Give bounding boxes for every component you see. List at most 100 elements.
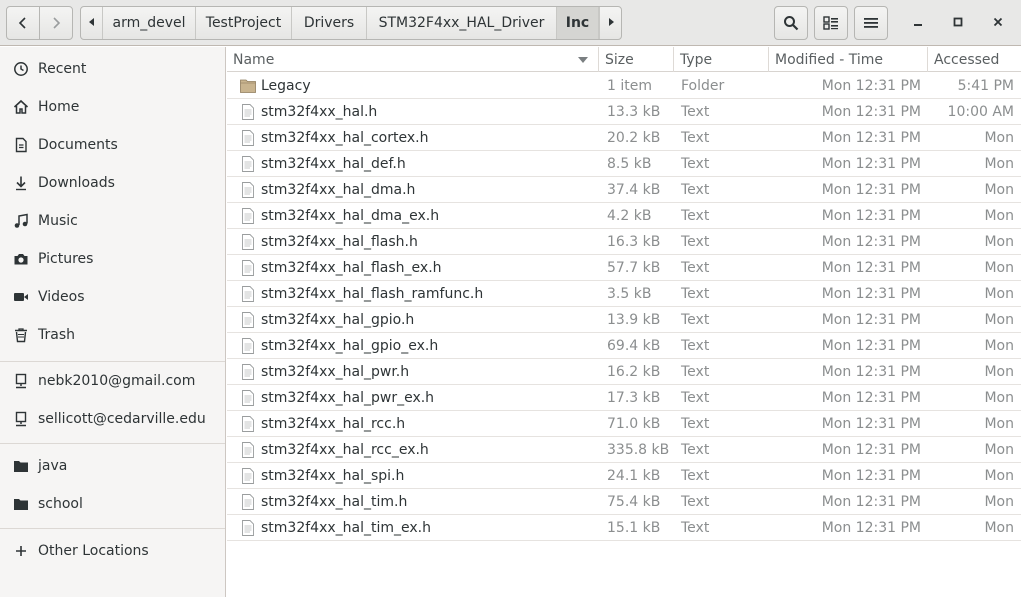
triangle-right-icon <box>607 15 615 31</box>
text-file-icon <box>240 411 256 436</box>
sidebar-item-downloads[interactable]: Downloads <box>0 165 225 201</box>
sidebar-item-pictures[interactable]: Pictures <box>0 241 225 277</box>
table-row[interactable]: stm32f4xx_hal_def.h 8.5 kB Text Mon 12:31 P… <box>227 151 1021 177</box>
search-icon <box>783 15 799 31</box>
sidebar-item-label: Videos <box>38 289 85 305</box>
sidebar-item-school[interactable]: school <box>0 486 225 522</box>
file-name: stm32f4xx_hal_dma.h <box>261 181 416 198</box>
table-row[interactable]: Legacy 1 item Folder Mon 12:31 PM 5:41 PM <box>227 73 1021 99</box>
file-size: 8.5 kB <box>607 155 652 172</box>
minimize-icon <box>913 15 923 31</box>
file-accessed: Mon <box>984 311 1014 328</box>
breadcrumb-item-testproject[interactable]: TestProject <box>196 7 292 39</box>
sidebar-item-account-cedarville[interactable]: sellicott@cedarville.edu <box>0 401 225 437</box>
file-accessed: Mon <box>984 363 1014 380</box>
breadcrumb-item-hal-driver[interactable]: STM32F4xx_HAL_Driver <box>367 7 557 39</box>
sidebar-item-recent[interactable]: Recent <box>0 51 225 87</box>
menu-button[interactable] <box>854 6 888 40</box>
table-row[interactable]: stm32f4xx_hal.h 13.3 kB Text Mon 12:31 PM 10… <box>227 99 1021 125</box>
file-type: Text <box>681 181 710 198</box>
sidebar-item-java[interactable]: java <box>0 448 225 484</box>
column-header-size[interactable]: Size <box>599 47 674 72</box>
file-size: 20.2 kB <box>607 129 661 146</box>
sidebar-item-home[interactable]: Home <box>0 89 225 125</box>
file-type: Text <box>681 103 710 120</box>
file-name: stm32f4xx_hal_cortex.h <box>261 129 429 146</box>
network-account-icon <box>13 411 29 427</box>
table-row[interactable]: stm32f4xx_hal_rcc_ex.h 335.8 kB Text Mon 12… <box>227 437 1021 463</box>
table-row[interactable]: stm32f4xx_hal_cortex.h 20.2 kB Text Mon 12:… <box>227 125 1021 151</box>
sidebar-item-other-locations[interactable]: Other Locations <box>0 533 225 569</box>
column-header-row: Name Size Type Modified - Time Accessed <box>227 47 1021 72</box>
breadcrumb-scroll-left-button[interactable] <box>81 7 103 39</box>
file-size: 24.1 kB <box>607 467 661 484</box>
close-button[interactable] <box>983 8 1013 38</box>
table-row[interactable]: stm32f4xx_hal_rcc.h 71.0 kB Text Mon 12:31 … <box>227 411 1021 437</box>
file-modified: Mon 12:31 PM <box>821 233 921 250</box>
breadcrumb-scroll-right-button[interactable] <box>599 7 621 39</box>
column-header-type[interactable]: Type <box>674 47 769 72</box>
sidebar-item-videos[interactable]: Videos <box>0 279 225 315</box>
table-row[interactable]: stm32f4xx_hal_dma.h 37.4 kB Text Mon 12:31 … <box>227 177 1021 203</box>
file-modified: Mon 12:31 PM <box>821 337 921 354</box>
table-row[interactable]: stm32f4xx_hal_flash_ex.h 57.7 kB Text Mon 1… <box>227 255 1021 281</box>
table-row[interactable]: stm32f4xx_hal_gpio.h 13.9 kB Text Mon 12:31… <box>227 307 1021 333</box>
maximize-button[interactable] <box>943 8 973 38</box>
file-size: 75.4 kB <box>607 493 661 510</box>
file-modified: Mon 12:31 PM <box>821 389 921 406</box>
breadcrumb-item-drivers[interactable]: Drivers <box>292 7 367 39</box>
minimize-button[interactable] <box>903 8 933 38</box>
search-button[interactable] <box>774 6 808 40</box>
file-modified: Mon 12:31 PM <box>821 129 921 146</box>
column-header-label: Modified - Time <box>775 51 883 68</box>
sidebar-item-label: Home <box>38 99 80 115</box>
breadcrumb-item-inc[interactable]: Inc <box>557 7 599 39</box>
file-modified: Mon 12:31 PM <box>821 181 921 198</box>
network-account-icon <box>13 373 29 389</box>
sidebar-item-documents[interactable]: Documents <box>0 127 225 163</box>
table-row[interactable]: stm32f4xx_hal_pwr_ex.h 17.3 kB Text Mon 12:… <box>227 385 1021 411</box>
column-header-modified[interactable]: Modified - Time <box>769 47 928 72</box>
table-row[interactable]: stm32f4xx_hal_flash_ramfunc.h 3.5 kB Text M… <box>227 281 1021 307</box>
file-size: 4.2 kB <box>607 207 652 224</box>
file-accessed: Mon <box>984 155 1014 172</box>
file-name: stm32f4xx_hal_flash_ex.h <box>261 259 442 276</box>
view-toggle-button[interactable] <box>814 6 848 40</box>
file-accessed: Mon <box>984 389 1014 406</box>
sidebar-item-label: Other Locations <box>38 543 149 559</box>
sidebar-item-label: Music <box>38 213 78 229</box>
file-size: 71.0 kB <box>607 415 661 432</box>
camera-icon <box>13 251 29 267</box>
sidebar-item-trash[interactable]: Trash <box>0 317 225 353</box>
plus-icon <box>13 543 29 559</box>
column-header-accessed[interactable]: Accessed <box>928 47 1021 72</box>
forward-button[interactable] <box>39 6 73 40</box>
close-icon <box>993 15 1003 31</box>
sidebar-item-account-gmail[interactable]: nebk2010@gmail.com <box>0 363 225 399</box>
file-modified: Mon 12:31 PM <box>821 363 921 380</box>
text-file-icon <box>240 463 256 488</box>
table-row[interactable]: stm32f4xx_hal_tim.h 75.4 kB Text Mon 12:31 … <box>227 489 1021 515</box>
file-type: Text <box>681 493 710 510</box>
breadcrumb-item-arm-devel[interactable]: arm_devel <box>103 7 196 39</box>
table-row[interactable]: stm32f4xx_hal_spi.h 24.1 kB Text Mon 12:31 … <box>227 463 1021 489</box>
sidebar-item-music[interactable]: Music <box>0 203 225 239</box>
file-type: Text <box>681 129 710 146</box>
folder-icon <box>13 458 29 474</box>
table-row[interactable]: stm32f4xx_hal_flash.h 16.3 kB Text Mon 12:3… <box>227 229 1021 255</box>
table-row[interactable]: stm32f4xx_hal_gpio_ex.h 69.4 kB Text Mon 12… <box>227 333 1021 359</box>
table-row[interactable]: stm32f4xx_hal_dma_ex.h 4.2 kB Text Mon 12:3… <box>227 203 1021 229</box>
file-size: 13.9 kB <box>607 311 661 328</box>
file-name: stm32f4xx_hal_flash_ramfunc.h <box>261 285 484 302</box>
file-accessed: Mon <box>984 259 1014 276</box>
sidebar-item-label: java <box>38 458 68 474</box>
file-modified: Mon 12:31 PM <box>821 311 921 328</box>
table-row[interactable]: stm32f4xx_hal_tim_ex.h 15.1 kB Text Mon 12:… <box>227 515 1021 541</box>
text-file-icon <box>240 385 256 410</box>
column-header-name[interactable]: Name <box>227 47 599 72</box>
back-button[interactable] <box>6 6 40 40</box>
sidebar-divider <box>0 443 225 444</box>
table-row[interactable]: stm32f4xx_hal_pwr.h 16.2 kB Text Mon 12:31 … <box>227 359 1021 385</box>
file-modified: Mon 12:31 PM <box>821 207 921 224</box>
file-modified: Mon 12:31 PM <box>821 467 921 484</box>
